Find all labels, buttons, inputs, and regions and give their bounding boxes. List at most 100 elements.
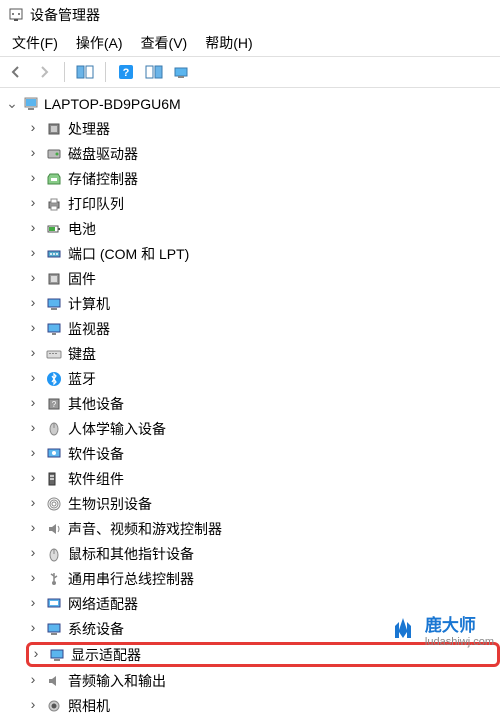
tree-item[interactable]: › 磁盘驱动器	[26, 141, 500, 166]
tree-item[interactable]: › 端口 (COM 和 LPT)	[26, 241, 500, 266]
printer-icon	[44, 195, 64, 213]
tree-item[interactable]: › 计算机	[26, 291, 500, 316]
tree-item[interactable]: › 声音、视频和游戏控制器	[26, 516, 500, 541]
expand-icon[interactable]: ›	[26, 396, 40, 412]
port-icon	[44, 245, 64, 263]
tree-item-label: 端口 (COM 和 LPT)	[68, 244, 189, 264]
toolbar-separator	[105, 62, 106, 82]
tree-item[interactable]: › 蓝牙	[26, 366, 500, 391]
expand-icon[interactable]: ›	[26, 698, 40, 714]
disk-icon	[44, 145, 64, 163]
sound-icon	[44, 520, 64, 538]
tree-item[interactable]: ›照相机	[26, 693, 500, 718]
expand-icon[interactable]: ›	[26, 321, 40, 337]
tree-item[interactable]: › 固件	[26, 266, 500, 291]
tree-item-label: 计算机	[68, 294, 110, 314]
tree-item-label: 网络适配器	[68, 594, 138, 614]
titlebar: 设备管理器	[0, 0, 500, 30]
expand-icon[interactable]: ›	[26, 496, 40, 512]
tree-item[interactable]: › 监视器	[26, 316, 500, 341]
tree-item-label: 固件	[68, 269, 96, 289]
expand-icon[interactable]: ›	[26, 596, 40, 612]
collapse-icon[interactable]: ⌄	[6, 96, 18, 113]
tree-item-label: 打印队列	[68, 194, 124, 214]
expand-icon[interactable]: ›	[26, 571, 40, 587]
expand-icon[interactable]: ›	[26, 271, 40, 287]
watermark-brand: 鹿大师	[425, 611, 494, 636]
tree-item-label: 软件组件	[68, 469, 124, 489]
expand-icon[interactable]: ›	[29, 647, 43, 663]
hid-icon	[44, 420, 64, 438]
toolbar-separator	[64, 62, 65, 82]
expand-icon[interactable]: ›	[26, 471, 40, 487]
expand-icon[interactable]: ›	[26, 421, 40, 437]
tree-item-label: 通用串行总线控制器	[68, 569, 194, 589]
tree-item[interactable]: › 软件组件	[26, 466, 500, 491]
tree-item-label: 监视器	[68, 319, 110, 339]
software-icon	[44, 445, 64, 463]
firmware-icon	[44, 270, 64, 288]
tree-item[interactable]: ›处理器	[26, 116, 500, 141]
watermark-logo-icon	[387, 614, 419, 646]
menu-view[interactable]: 查看(V)	[133, 30, 196, 56]
help-button[interactable]: ?	[114, 60, 138, 84]
expand-icon[interactable]: ›	[26, 446, 40, 462]
svg-text:?: ?	[52, 400, 57, 409]
window-title: 设备管理器	[30, 5, 100, 25]
tree-item[interactable]: › 音频输入和输出	[26, 668, 500, 693]
menu-file[interactable]: 文件(F)	[4, 30, 66, 56]
tree-item-label: 磁盘驱动器	[68, 144, 138, 164]
show-hide-button[interactable]	[73, 60, 97, 84]
tree-item-label: 键盘	[68, 344, 96, 364]
scan-button[interactable]	[170, 60, 194, 84]
tree-item-label: 生物识别设备	[68, 494, 152, 514]
expand-icon[interactable]: ›	[26, 121, 40, 137]
tree-item-label: 声音、视频和游戏控制器	[68, 519, 222, 539]
expand-icon[interactable]: ›	[26, 221, 40, 237]
tree-item[interactable]: › 键盘	[26, 341, 500, 366]
tree-item-label: 人体学输入设备	[68, 419, 166, 439]
tree-item-label: 显示适配器	[71, 645, 141, 665]
tree-item-label: 系统设备	[68, 619, 124, 639]
tree-item[interactable]: ›鼠标和其他指针设备	[26, 541, 500, 566]
keyboard-icon	[44, 345, 64, 363]
camera-icon	[44, 697, 64, 715]
expand-icon[interactable]: ›	[26, 196, 40, 212]
expand-icon[interactable]: ›	[26, 146, 40, 162]
watermark-url: ludashiwj.com	[425, 636, 494, 648]
tree-item-label: 存储控制器	[68, 169, 138, 189]
other-icon: ?	[44, 395, 64, 413]
tree-item[interactable]: › 人体学输入设备	[26, 416, 500, 441]
tree-item[interactable]: › 打印队列	[26, 191, 500, 216]
tree-item[interactable]: › 生物识别设备	[26, 491, 500, 516]
expand-icon[interactable]: ›	[26, 346, 40, 362]
expand-icon[interactable]: ›	[26, 246, 40, 262]
expand-icon[interactable]: ›	[26, 171, 40, 187]
expand-icon[interactable]: ›	[26, 673, 40, 689]
tree-item-label: 软件设备	[68, 444, 124, 464]
tree-item[interactable]: › 电池	[26, 216, 500, 241]
tree-item-label: 电池	[68, 219, 96, 239]
tree-item[interactable]: › 软件设备	[26, 441, 500, 466]
expand-icon[interactable]: ›	[26, 546, 40, 562]
tree-item[interactable]: › 通用串行总线控制器	[26, 566, 500, 591]
watermark: 鹿大师 ludashiwj.com	[387, 611, 494, 648]
audio-icon	[44, 672, 64, 690]
monitor-icon	[44, 320, 64, 338]
expand-icon[interactable]: ›	[26, 371, 40, 387]
expand-icon[interactable]: ›	[26, 621, 40, 637]
menu-help[interactable]: 帮助(H)	[197, 30, 260, 56]
display-icon	[47, 646, 67, 664]
tree-item[interactable]: › 存储控制器	[26, 166, 500, 191]
forward-button[interactable]	[32, 60, 56, 84]
properties-button[interactable]	[142, 60, 166, 84]
expand-icon[interactable]: ›	[26, 296, 40, 312]
tree-item[interactable]: ›?其他设备	[26, 391, 500, 416]
back-button[interactable]	[4, 60, 28, 84]
menu-action[interactable]: 操作(A)	[68, 30, 131, 56]
tree-item-label: 音频输入和输出	[68, 671, 166, 691]
expand-icon[interactable]: ›	[26, 521, 40, 537]
mouse-icon	[44, 545, 64, 563]
tree-root[interactable]: ⌄ LAPTOP-BD9PGU6M	[6, 92, 500, 116]
tree-item-label: 蓝牙	[68, 369, 96, 389]
